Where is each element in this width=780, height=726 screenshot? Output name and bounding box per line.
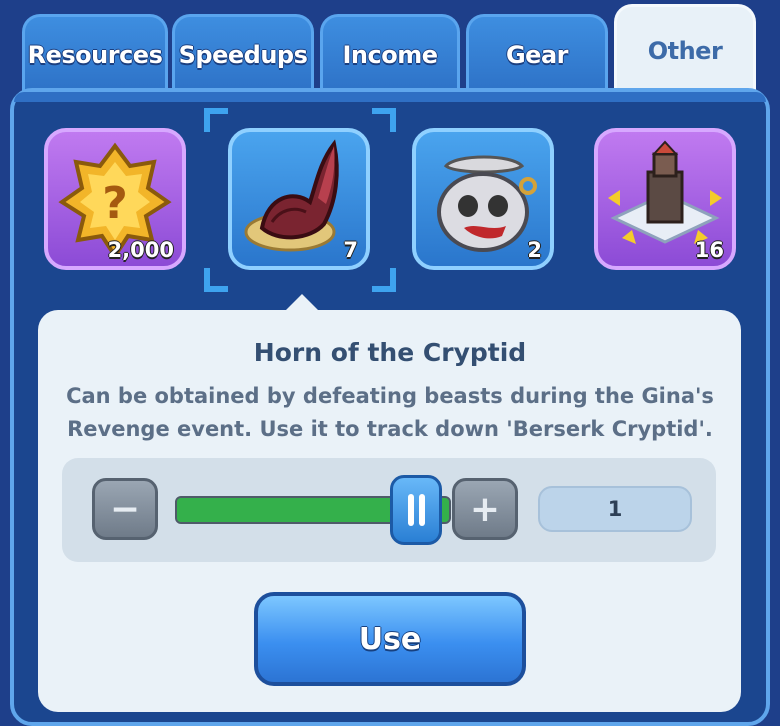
grip-line [418,494,425,526]
minus-icon: − [109,488,141,530]
item-title: Horn of the Cryptid [253,338,527,367]
decrease-button[interactable]: − [92,478,158,540]
item-count: 2,000 [107,238,174,262]
item-description: Can be obtained by defeating beasts duri… [66,384,714,441]
selection-corner [204,108,228,132]
plus-icon: + [469,488,501,530]
grip-line [407,494,414,526]
svg-text:?: ? [102,178,128,229]
selection-corner [372,108,396,132]
panel-header-strip [14,92,766,102]
selection-corner [372,268,396,292]
item-slot-skull-sack[interactable]: 2 [412,128,554,270]
quantity-input[interactable]: 1 [538,486,692,532]
increase-button[interactable]: + [452,478,518,540]
item-count: 2 [527,238,542,262]
item-slot-tower-relocate[interactable]: 16 [594,128,736,270]
selection-corner [204,268,228,292]
use-button[interactable]: Use [254,592,526,686]
item-slot-mystery-chest[interactable]: ? 2,000 [44,128,186,270]
item-count: 16 [694,238,724,262]
quantity-slider-thumb[interactable] [390,475,442,545]
item-slot-cryptid-horn[interactable]: 7 [228,128,370,270]
tab-bar: Resources Speedups Income Gear Other [0,0,780,100]
tab-other[interactable]: Other [614,4,756,100]
item-count: 7 [343,238,358,262]
